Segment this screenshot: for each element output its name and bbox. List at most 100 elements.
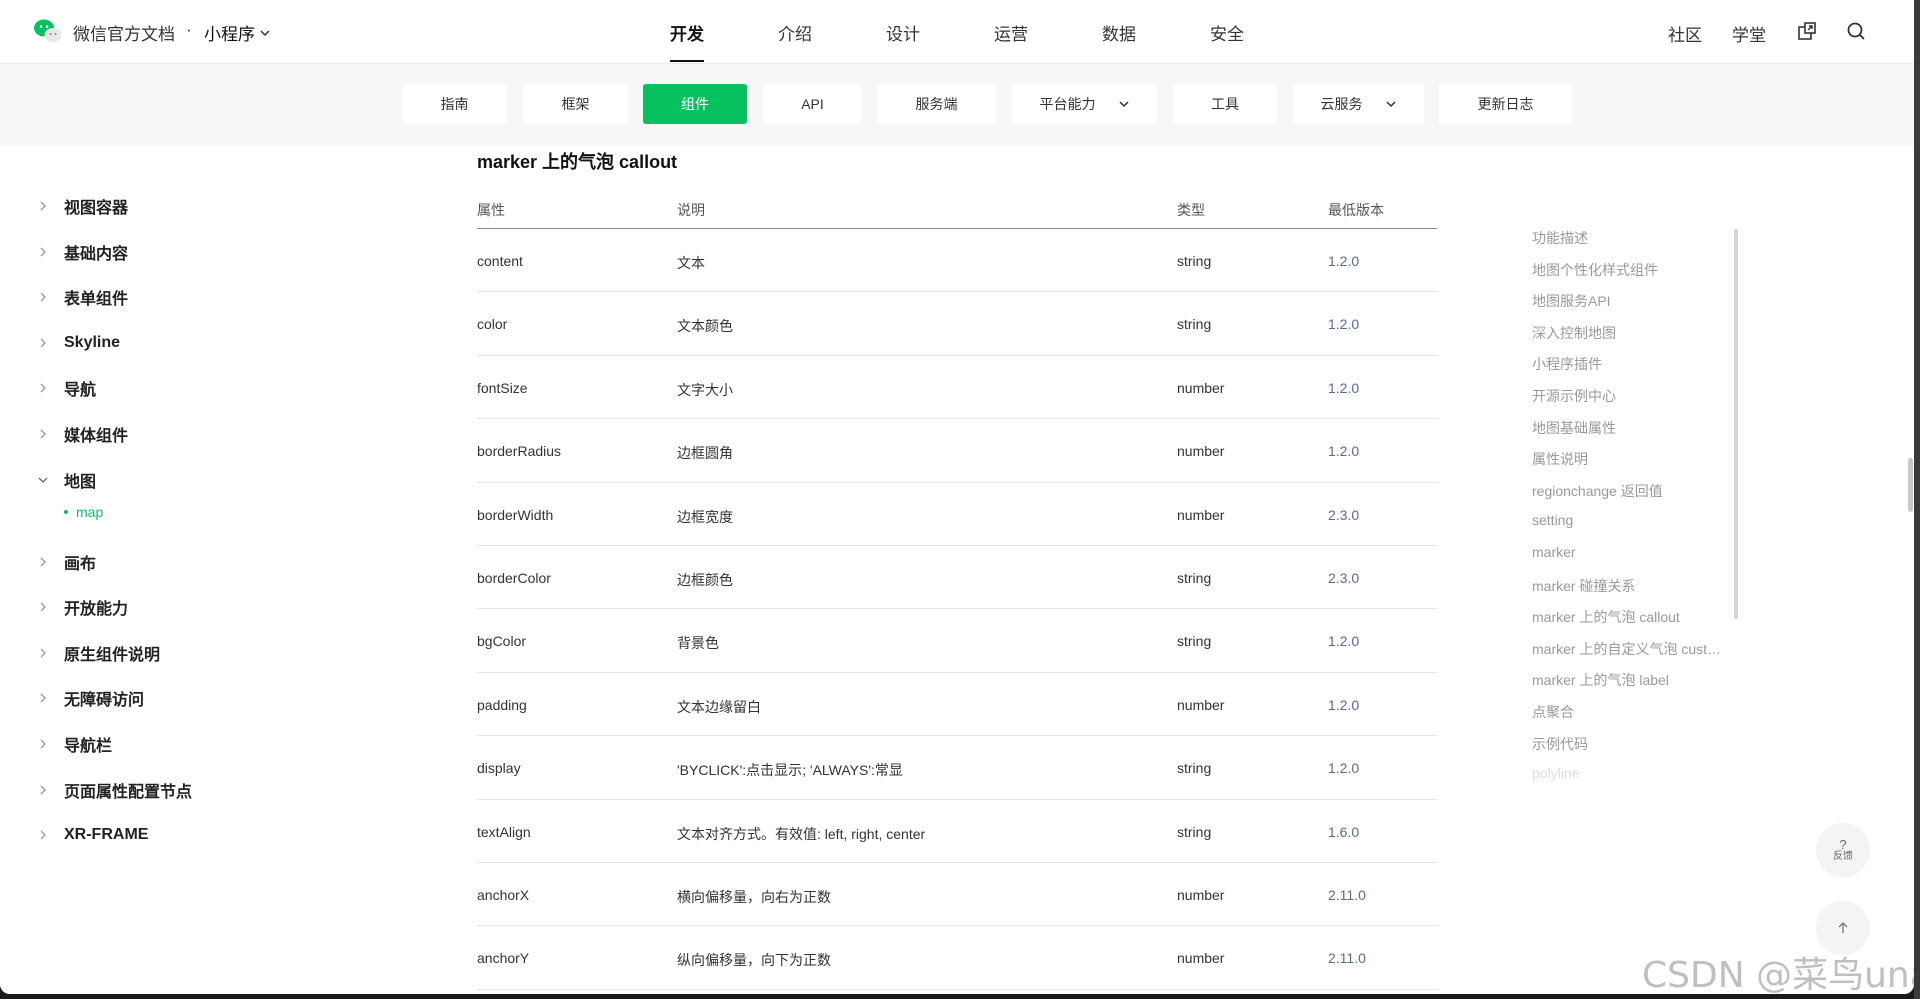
toc-item[interactable]: marker 上的气泡 callout <box>1532 607 1728 639</box>
active-dot <box>64 510 68 514</box>
sidebar-item-xr-frame[interactable]: XR-FRAME <box>37 823 148 847</box>
header-cell: 最低版本 <box>1328 202 1384 218</box>
table-row: bgColor 背景色 string 1.2.0 <box>477 609 1437 673</box>
nav-security[interactable]: 安全 <box>1210 20 1244 45</box>
sidebar-item-media-components[interactable]: 媒体组件 <box>37 422 128 446</box>
sidebar-item-navigation[interactable]: 导航 <box>37 376 96 400</box>
sidebar-item-accessibility[interactable]: 无障碍访问 <box>37 686 144 710</box>
window-edge <box>1914 0 1920 999</box>
toc-item[interactable]: 小程序插件 <box>1532 354 1728 386</box>
toc-item[interactable]: 地图服务API <box>1532 291 1728 323</box>
toc-item[interactable]: marker 碰撞关系 <box>1532 576 1728 608</box>
version-cell: 1.2.0 <box>1328 379 1360 396</box>
sidebar-item-canvas[interactable]: 画布 <box>37 550 96 574</box>
type-cell: number <box>1177 443 1225 460</box>
table-row: anchorX 横向偏移量，向右为正数 number 2.11.0 <box>477 863 1437 927</box>
version-cell: 2.3.0 <box>1328 569 1360 586</box>
description-cell: 文本边缘留白 <box>677 698 761 715</box>
sidebar-item-form-components[interactable]: 表单组件 <box>37 285 128 309</box>
description-cell: 边框圆角 <box>677 445 733 462</box>
academy-link[interactable]: 学堂 <box>1732 21 1766 46</box>
tab-platform-capabilities[interactable]: 平台能力 <box>1012 84 1157 124</box>
tab-label: 指南 <box>440 96 469 112</box>
description-cell: 横向偏移量，向右为正数 <box>677 888 831 905</box>
sidebar-item-map[interactable]: 地图 <box>37 468 96 492</box>
table-row: borderColor 边框颜色 string 2.3.0 <box>477 546 1437 610</box>
toc-item[interactable]: 地图个性化样式组件 <box>1532 260 1728 292</box>
toc-item[interactable]: marker <box>1532 544 1728 576</box>
arrow-up-icon <box>1838 922 1848 933</box>
wechat-logo-icon[interactable] <box>33 18 63 44</box>
tab-label: 云服务 <box>1320 96 1363 112</box>
page-scrollbar[interactable] <box>1908 458 1913 512</box>
section-title: marker 上的气泡 callout <box>477 152 678 172</box>
toc-item[interactable]: 深入控制地图 <box>1532 323 1728 355</box>
chevron-right-icon <box>40 648 46 658</box>
toc-item[interactable]: 地图基础属性 <box>1532 418 1728 450</box>
sidebar-item-label: 基础内容 <box>64 246 129 263</box>
toc-item[interactable]: 点聚合 <box>1532 702 1728 734</box>
description-cell: 'BYCLICK':点击显示; 'ALWAYS':常显 <box>677 762 903 779</box>
type-cell: number <box>1177 696 1225 713</box>
toc-item[interactable]: regionchange 返回值 <box>1532 481 1728 513</box>
table-row: fontSize 文字大小 number 1.2.0 <box>477 356 1437 420</box>
version-cell: 1.2.0 <box>1328 443 1360 460</box>
header-cell: 说明 <box>677 202 705 218</box>
tab-components[interactable]: 组件 <box>643 84 747 124</box>
type-cell: string <box>1177 316 1212 333</box>
sidebar-item-open-capabilities[interactable]: 开放能力 <box>37 595 128 619</box>
sidebar-subitem-label: map <box>76 504 104 520</box>
tab-changelog[interactable]: 更新日志 <box>1439 84 1572 124</box>
toc-item[interactable]: 示例代码 <box>1532 734 1728 766</box>
sidebar-item-skyline[interactable]: Skyline <box>37 331 120 355</box>
sidebar-item-view-container[interactable]: 视图容器 <box>37 194 128 218</box>
version-cell: 1.2.0 <box>1328 253 1360 269</box>
tab-tools[interactable]: 工具 <box>1173 84 1277 124</box>
watermark: CSDN @菜鸟una <box>1642 955 1914 994</box>
tab-guide[interactable]: 指南 <box>402 84 507 124</box>
sidebar-item-basic-content[interactable]: 基础内容 <box>37 240 128 264</box>
sidebar-item-navigation-bar[interactable]: 导航栏 <box>37 732 112 756</box>
table-row: color 文本颜色 string 1.2.0 <box>477 292 1437 356</box>
tab-api[interactable]: API <box>763 84 862 124</box>
description-cell: 文字大小 <box>677 381 733 398</box>
feedback-label: 反馈 <box>1833 850 1853 862</box>
brand-title[interactable]: 微信官方文档 <box>73 20 175 45</box>
toc-item[interactable]: 开源示例中心 <box>1532 386 1728 418</box>
nav-develop[interactable]: 开发 <box>670 20 704 45</box>
chevron-down-icon <box>38 477 48 483</box>
nav-design[interactable]: 设计 <box>886 20 920 45</box>
toc-item[interactable]: marker 上的气泡 label <box>1532 670 1728 702</box>
chevron-right-icon <box>40 602 46 612</box>
toc-item[interactable]: setting <box>1532 512 1728 544</box>
nav-operations[interactable]: 运营 <box>994 20 1028 45</box>
tab-framework[interactable]: 框架 <box>523 84 628 124</box>
feedback-button[interactable]: ? 反馈 <box>1816 823 1870 877</box>
table-row: content 文本 string 1.2.0 <box>477 229 1437 293</box>
community-link[interactable]: 社区 <box>1668 21 1702 46</box>
chevron-right-icon <box>40 201 46 211</box>
tab-server[interactable]: 服务端 <box>877 84 996 124</box>
tab-label: API <box>801 96 824 112</box>
sidebar-item-label: 无障碍访问 <box>64 692 145 709</box>
toc-item[interactable]: 功能描述 <box>1532 228 1728 260</box>
sub-nav: 指南 框架 组件 API 服务端 平台能力 工具 云服务 更新日志 <box>0 64 1914 146</box>
sidebar-item-page-config[interactable]: 页面属性配置节点 <box>37 778 192 802</box>
external-link-icon[interactable] <box>1796 20 1818 42</box>
header-cell: 属性 <box>477 202 505 218</box>
nav-data[interactable]: 数据 <box>1102 20 1136 45</box>
tab-cloud-services[interactable]: 云服务 <box>1293 84 1424 124</box>
sidebar-item-native-components[interactable]: 原生组件说明 <box>37 641 160 665</box>
table-header: 属性 说明 类型 最低版本 <box>477 192 1437 229</box>
type-cell: string <box>1177 253 1212 269</box>
toc-item[interactable]: polyline <box>1532 765 1728 797</box>
toc-item[interactable]: 属性说明 <box>1532 449 1728 481</box>
app-window: 微信官方文档 · 小程序 开发 介绍 设计 运营 数据 安全 社区 学堂 指南 … <box>0 0 1914 994</box>
search-icon[interactable] <box>1845 20 1867 42</box>
toc-scroll-indicator[interactable] <box>1734 229 1738 619</box>
sidebar-subitem-map[interactable]: map <box>64 504 103 520</box>
nav-intro[interactable]: 介绍 <box>778 20 812 45</box>
chevron-right-icon <box>40 383 46 393</box>
product-switcher[interactable]: 小程序 <box>204 20 271 45</box>
toc-item[interactable]: marker 上的自定义气泡 customCallout <box>1532 639 1728 671</box>
